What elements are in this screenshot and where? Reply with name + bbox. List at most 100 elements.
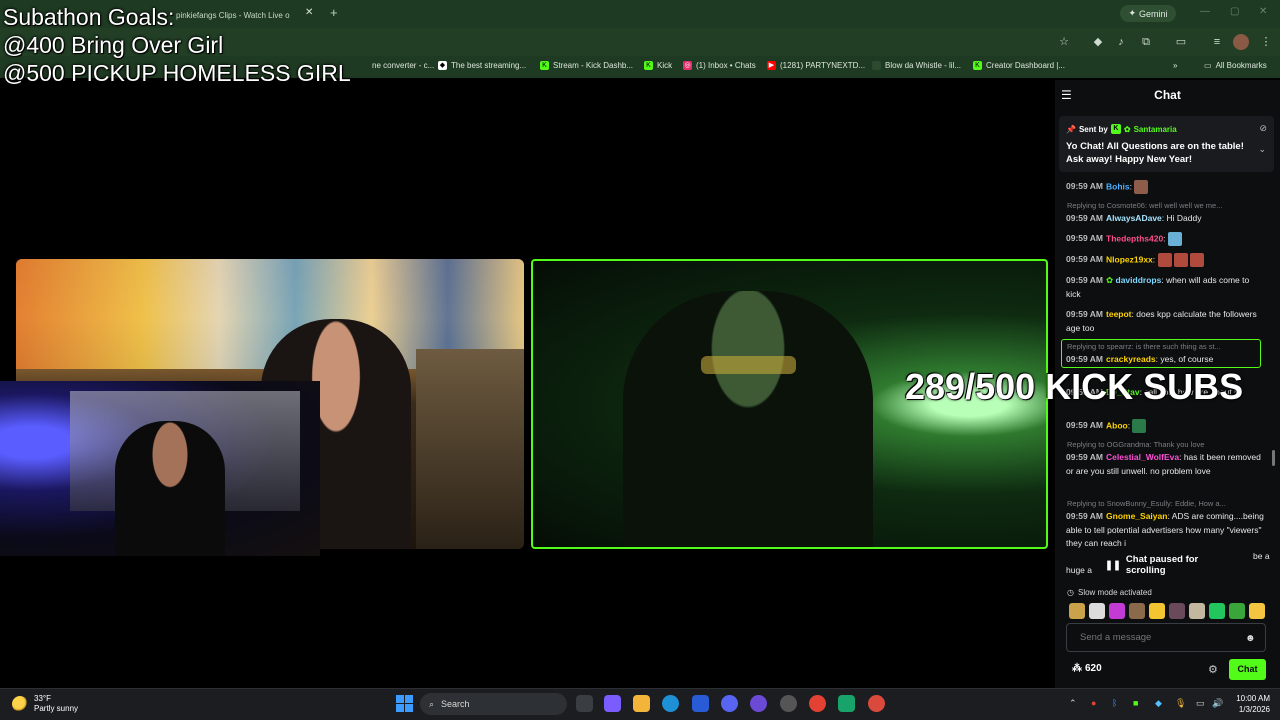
gemini-button[interactable]: ✦ Gemini <box>1120 5 1176 22</box>
bookmarks-more[interactable]: » <box>1173 61 1177 70</box>
bookmark-item[interactable]: Blow da Whistle - lil... <box>872 61 961 70</box>
tray-chevron-up-icon[interactable]: ⌃ <box>1069 698 1077 709</box>
app-icon[interactable] <box>838 695 855 712</box>
bluetooth-icon[interactable]: ᛒ <box>1112 698 1117 708</box>
message-time: 09:59 AM <box>1066 420 1104 431</box>
chat-settings-icon[interactable]: ⚙ <box>1208 663 1218 676</box>
chat-message-input[interactable] <box>1066 623 1266 652</box>
profile-avatar[interactable] <box>1233 34 1249 50</box>
emote-icon[interactable] <box>1189 603 1205 619</box>
chat-paused-banner[interactable]: ❚❚ Chat paused for scrolling <box>1101 554 1233 576</box>
message-username[interactable]: Gnome_Saiyan <box>1106 511 1167 521</box>
message-username[interactable]: teepot <box>1106 309 1132 319</box>
emote-icon[interactable] <box>1149 603 1165 619</box>
reply-context: Replying to Cosmote06: well well well we… <box>1067 201 1223 210</box>
media-control-icon[interactable]: ≡ <box>1209 34 1225 50</box>
copilot-icon[interactable] <box>604 695 621 712</box>
pinned-message[interactable]: 📌 Sent by K ✿ Santamaria ⊘ Yo Chat! All … <box>1059 116 1274 172</box>
discord-icon[interactable] <box>721 695 738 712</box>
chat-paused-label: Chat paused for scrolling <box>1125 554 1199 576</box>
points-icon: ⁂ <box>1072 663 1082 674</box>
bookmark-item[interactable]: K Kick <box>644 61 672 70</box>
extensions-icon[interactable]: ⧉ <box>1138 34 1154 50</box>
message-username[interactable]: Thedepths420 <box>1106 233 1163 243</box>
cast-icon[interactable]: ▭ <box>1173 34 1189 50</box>
message-time: 09:59 AM <box>1066 213 1104 223</box>
edge-icon[interactable] <box>662 695 679 712</box>
unpin-icon[interactable]: ⊘ <box>1259 123 1267 134</box>
chat-title: Chat <box>1154 88 1181 102</box>
message-username[interactable]: Aboo <box>1106 420 1128 430</box>
goal-500: @500 PICKUP HOMELESS GIRL <box>3 60 351 86</box>
kick-icon: K <box>973 61 982 70</box>
emote-icon[interactable] <box>1069 603 1085 619</box>
message-username[interactable]: Celestial_WolfEva <box>1106 452 1179 462</box>
emote-icon <box>1157 253 1172 267</box>
scrollbar-thumb[interactable] <box>1272 450 1275 466</box>
bookmark-label: Stream - Kick Dashb... <box>553 61 634 70</box>
clock-date: 1/3/2026 <box>1238 705 1270 714</box>
send-chat-button[interactable]: Chat <box>1229 659 1266 680</box>
microphone-icon[interactable]: 🎙 <box>1175 698 1186 709</box>
message-username[interactable]: Bohis <box>1106 181 1130 191</box>
bookmark-item[interactable]: ▶ (1281) PARTYNEXTD... <box>767 61 865 70</box>
volume-icon[interactable]: 🔊 <box>1212 698 1223 709</box>
emote-icon[interactable] <box>1089 603 1105 619</box>
message-username[interactable]: Nlopez19xx <box>1106 254 1153 264</box>
network-icon[interactable]: ▭ <box>1196 698 1205 709</box>
all-bookmarks[interactable]: ▭ All Bookmarks <box>1204 61 1267 70</box>
tray-app-icon[interactable]: ■ <box>1133 698 1138 708</box>
video-feed-inset <box>0 381 320 556</box>
clock[interactable]: 10:00 AM 1/3/2026 <box>1226 693 1270 715</box>
minimize-icon[interactable]: — <box>1200 6 1210 17</box>
chrome-profile-icon[interactable] <box>868 695 885 712</box>
emote-icon[interactable] <box>1109 603 1125 619</box>
chrome-icon[interactable] <box>809 695 826 712</box>
chevron-down-icon[interactable]: ⌄ <box>1258 144 1266 155</box>
emote-icon[interactable] <box>1229 603 1245 619</box>
pinned-sender-name[interactable]: Santamaria <box>1134 125 1177 134</box>
audio-icon[interactable]: ♪ <box>1113 34 1129 50</box>
emote-icon <box>1134 180 1149 194</box>
taskbar-search[interactable]: ⌕ Search <box>420 693 567 715</box>
sent-by-label: Sent by <box>1078 124 1108 134</box>
tray-app-icon[interactable]: ◆ <box>1155 698 1162 709</box>
emote-icon[interactable] <box>1129 603 1145 619</box>
bookmark-item[interactable]: ne converter - c... <box>372 61 434 70</box>
extension-diamond-icon[interactable]: ◆ <box>1090 34 1106 50</box>
chat-message: 09:59 AM teepot: does kpp calculate the f… <box>1066 309 1257 333</box>
message-username[interactable]: AlwaysADave <box>1106 213 1162 223</box>
store-icon[interactable] <box>692 695 709 712</box>
weather-widget[interactable]: 33°F Partly sunny <box>12 694 78 714</box>
menu-icon[interactable]: ⋮ <box>1258 34 1274 50</box>
bookmark-item[interactable]: ◎ (1) Inbox • Chats <box>683 61 756 70</box>
emote-icon[interactable] <box>1169 603 1185 619</box>
windows-start-icon[interactable] <box>396 695 413 712</box>
folder-icon: ▭ <box>1204 61 1212 70</box>
emote-icon[interactable] <box>1209 603 1225 619</box>
file-explorer-icon[interactable] <box>633 695 650 712</box>
app-icon[interactable] <box>750 695 767 712</box>
emote-icon[interactable] <box>1249 603 1265 619</box>
goal-400: @400 Bring Over Girl <box>3 32 224 58</box>
bookmark-label: Blow da Whistle - lil... <box>885 61 962 70</box>
emoji-picker-icon[interactable]: ☻ <box>1245 633 1256 644</box>
search-label: Search <box>441 699 470 709</box>
bookmark-item[interactable]: K Creator Dashboard |... <box>973 61 1065 70</box>
tray-app-icon[interactable]: ● <box>1091 698 1096 708</box>
chat-message: 09:59 AM Celestial_WolfEva: has it been r… <box>1066 452 1261 476</box>
task-view-icon[interactable] <box>576 695 593 712</box>
bookmark-item[interactable]: ◆ The best streaming... <box>438 61 526 70</box>
channel-points[interactable]: ⁂ 620 <box>1072 663 1102 674</box>
maximize-icon[interactable]: ▢ <box>1230 6 1239 17</box>
message-username[interactable]: crackyreads <box>1106 354 1156 364</box>
obs-icon[interactable] <box>780 695 797 712</box>
close-window-icon[interactable]: ✕ <box>1259 6 1267 17</box>
bookmark-item[interactable]: K Stream - Kick Dashb... <box>540 61 633 70</box>
reply-context: Replying to SnowBunny_Esully: Eddie, How… <box>1067 499 1226 508</box>
star-icon[interactable]: ☆ <box>1056 34 1072 50</box>
kick-icon: K <box>644 61 653 70</box>
weather-desc: Partly sunny <box>34 704 79 713</box>
chat-scrollbar[interactable] <box>1271 120 1276 580</box>
message-username[interactable]: daviddrops <box>1116 275 1162 285</box>
